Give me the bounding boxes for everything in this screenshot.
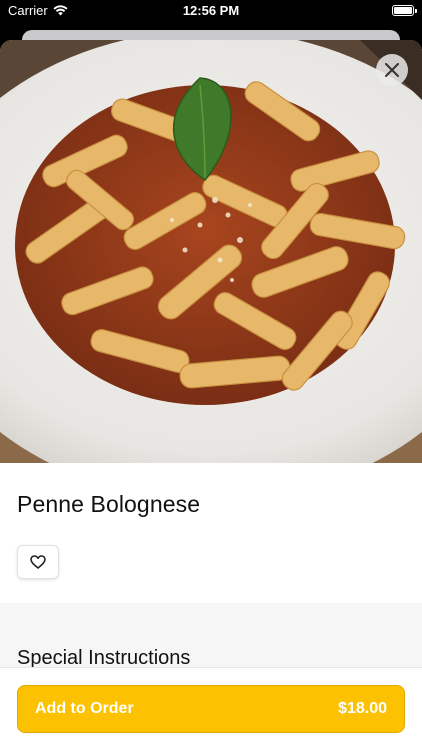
close-button[interactable]	[376, 54, 408, 86]
close-icon	[385, 63, 399, 77]
order-bar: Add to Order $18.00	[0, 667, 422, 750]
status-time: 12:56 PM	[182, 3, 240, 18]
item-detail-sheet: Penne Bolognese Special Instructions Add…	[0, 40, 422, 750]
battery-icon	[392, 5, 417, 16]
add-to-order-label: Add to Order	[35, 700, 134, 717]
status-bar: Carrier 12:56 PM	[0, 0, 422, 22]
heart-icon	[30, 555, 46, 569]
add-to-order-button[interactable]: Add to Order $18.00	[17, 685, 405, 733]
penne-bolognese-photo	[0, 40, 422, 463]
order-price: $18.00	[338, 700, 387, 717]
item-title: Penne Bolognese	[17, 491, 201, 517]
favorite-button[interactable]	[17, 545, 59, 579]
